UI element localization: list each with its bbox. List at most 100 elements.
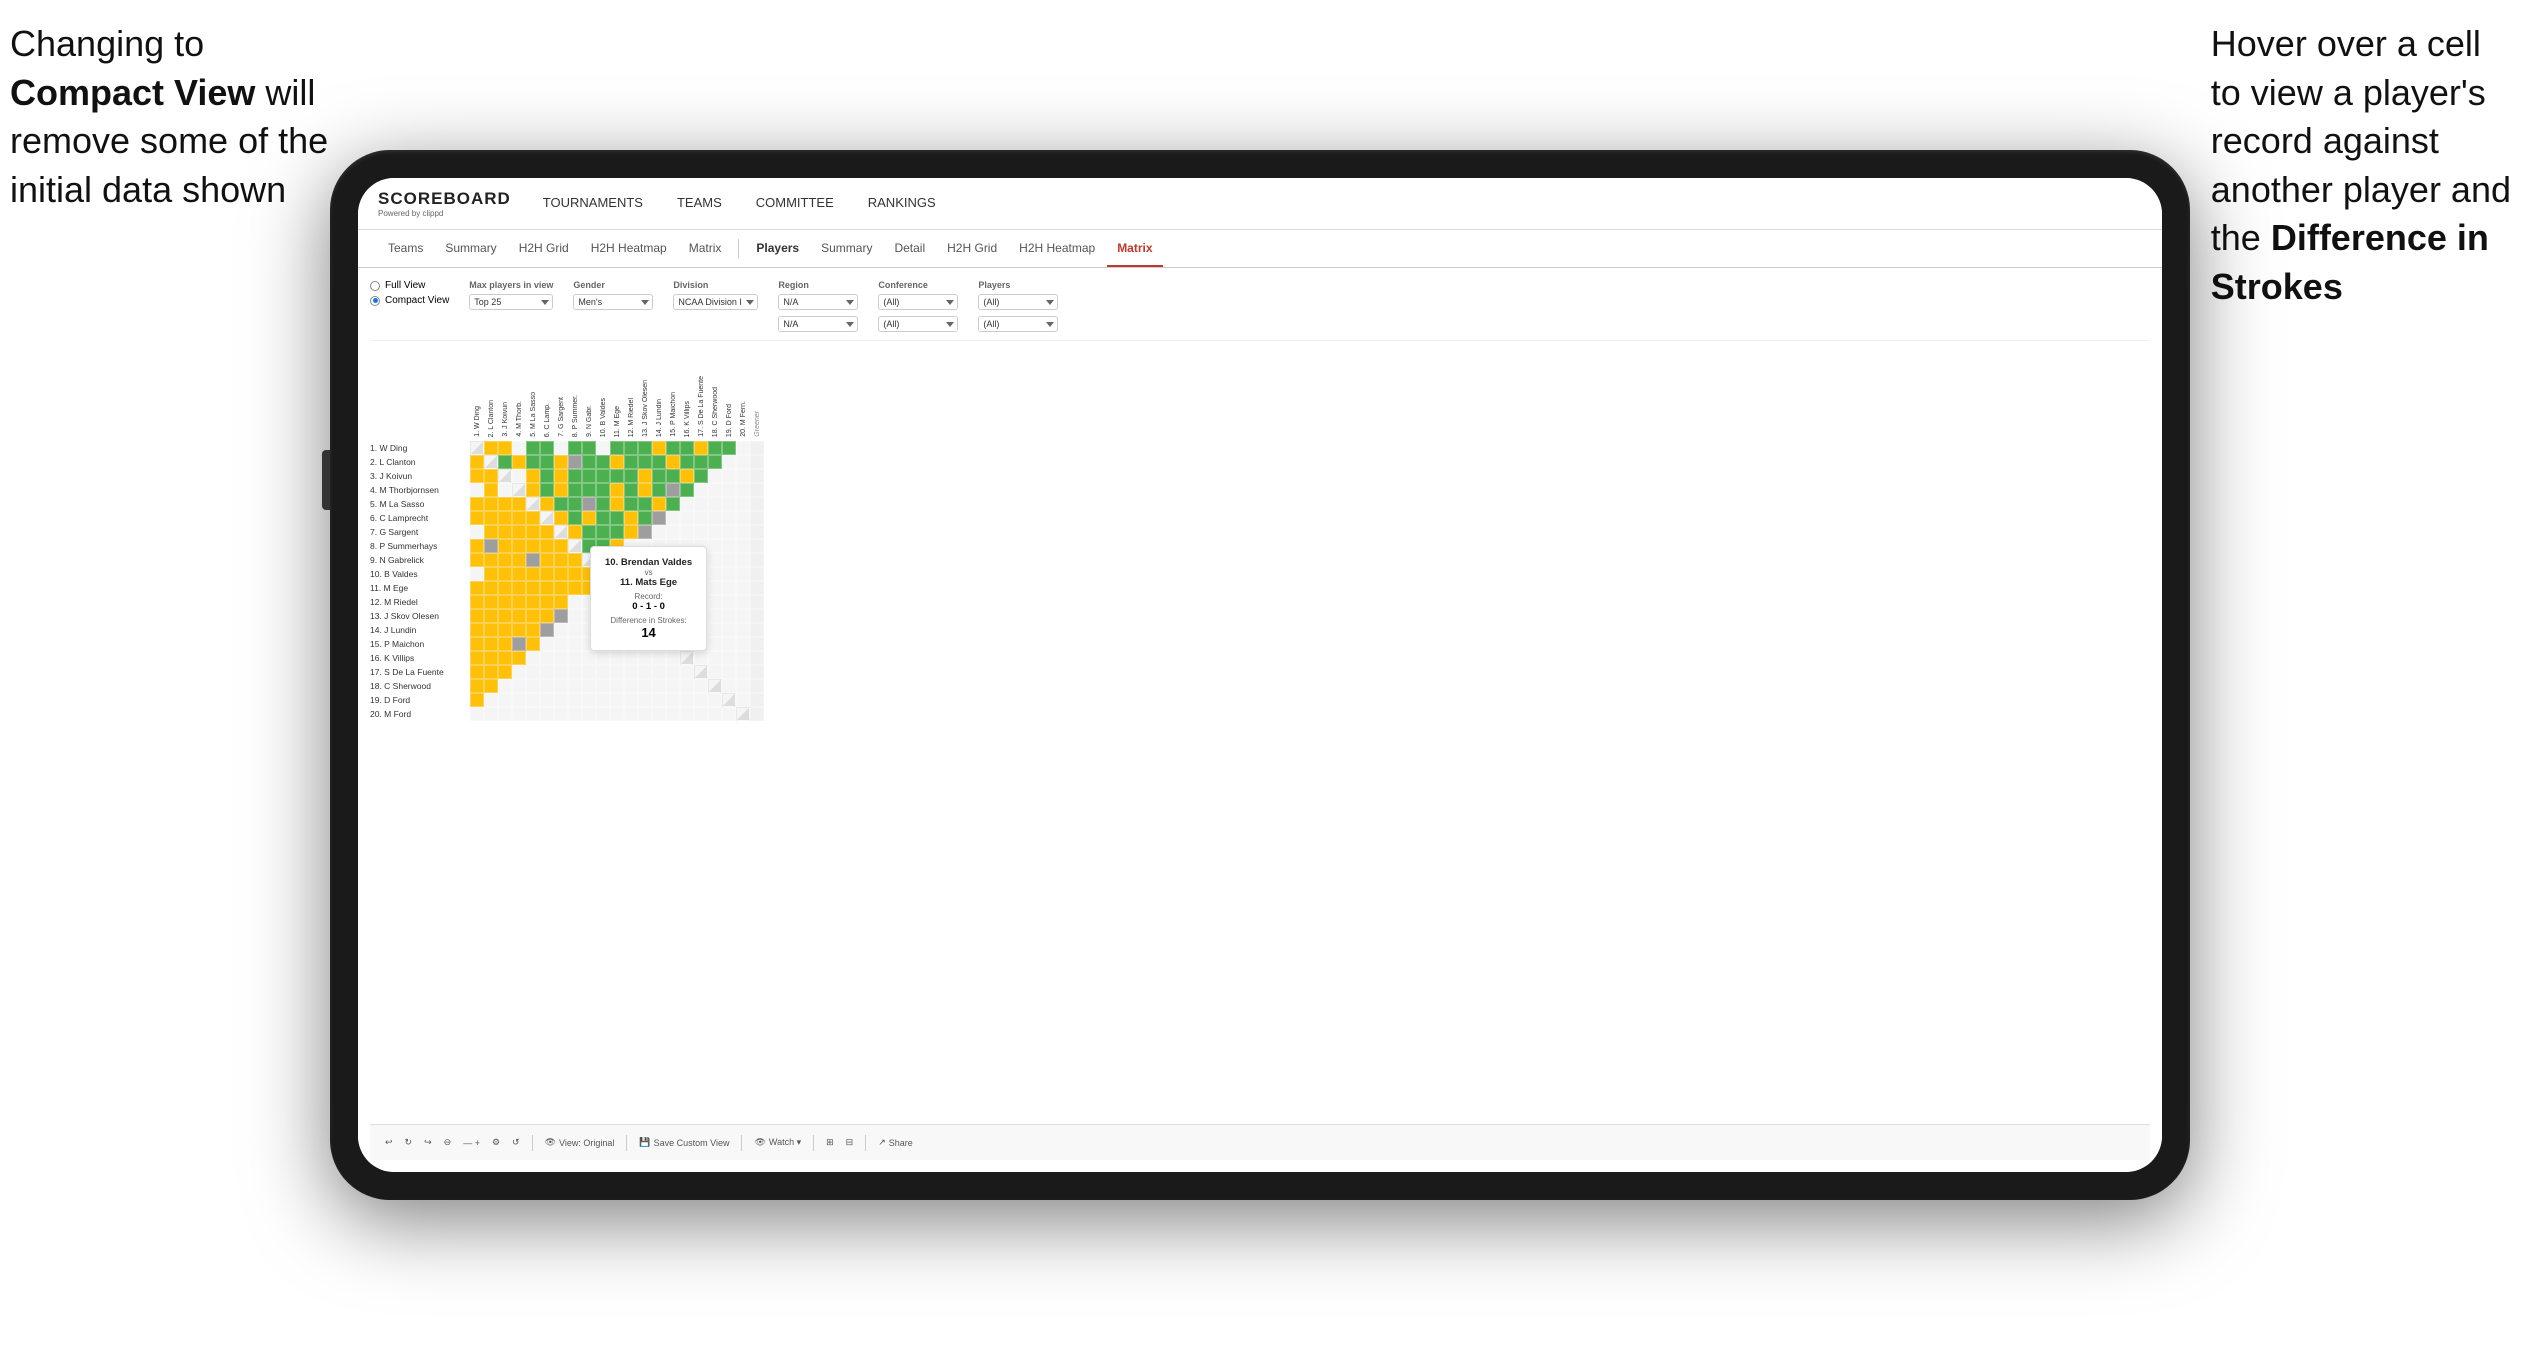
players-select-2[interactable]: (All) — [978, 316, 1058, 332]
share-button[interactable]: ↗ Share — [878, 1137, 913, 1148]
cell-6-3[interactable] — [498, 511, 512, 525]
cell-2-2[interactable] — [484, 455, 498, 469]
cell-4-18[interactable] — [708, 483, 722, 497]
cell-17-3[interactable] — [498, 665, 512, 679]
cell-14-3[interactable] — [498, 623, 512, 637]
tab-h2h-grid-2[interactable]: H2H Grid — [937, 230, 1007, 267]
cell-15-20[interactable] — [736, 637, 750, 651]
cell-18-13[interactable] — [638, 679, 652, 693]
region-select-2[interactable]: N/A — [778, 316, 858, 332]
cell-6-15[interactable] — [666, 511, 680, 525]
cell-20-15[interactable] — [666, 707, 680, 721]
cell-10-4[interactable] — [512, 567, 526, 581]
cell-4-20[interactable] — [736, 483, 750, 497]
cell-20-4[interactable] — [512, 707, 526, 721]
cell-17-12[interactable] — [624, 665, 638, 679]
cell-11-8[interactable] — [568, 581, 582, 595]
cell-20-13[interactable] — [638, 707, 652, 721]
cell-6-9[interactable] — [582, 511, 596, 525]
cell-17-8[interactable] — [568, 665, 582, 679]
cell-18-11[interactable] — [610, 679, 624, 693]
cell-19-17[interactable] — [694, 693, 708, 707]
full-view-radio[interactable] — [370, 281, 380, 291]
cell-4-12[interactable] — [624, 483, 638, 497]
cell-1-8[interactable] — [568, 441, 582, 455]
cell-15-8[interactable] — [568, 637, 582, 651]
cell-16-3[interactable] — [498, 651, 512, 665]
cell-2-4[interactable] — [512, 455, 526, 469]
cell-13-2[interactable] — [484, 609, 498, 623]
cell-20-10[interactable] — [596, 707, 610, 721]
forward-button[interactable]: ↪ — [424, 1137, 432, 1148]
cell-20-17[interactable] — [694, 707, 708, 721]
cell-13-5[interactable] — [526, 609, 540, 623]
cell-2-10[interactable] — [596, 455, 610, 469]
region-select-1[interactable]: N/A — [778, 294, 858, 310]
cell-4-16[interactable] — [680, 483, 694, 497]
cell-16-4[interactable] — [512, 651, 526, 665]
nav-tournaments[interactable]: TOURNAMENTS — [541, 178, 645, 229]
cell-8-7[interactable] — [554, 539, 568, 553]
cell-17-11[interactable] — [610, 665, 624, 679]
cell-15-19[interactable] — [722, 637, 736, 651]
settings-button[interactable]: ⚙ — [492, 1137, 500, 1148]
cell-9-4[interactable] — [512, 553, 526, 567]
cell-3-2[interactable] — [484, 469, 498, 483]
cell-7-15[interactable] — [666, 525, 680, 539]
cell-11-5[interactable] — [526, 581, 540, 595]
cell-3-8[interactable] — [568, 469, 582, 483]
cell-10-8[interactable] — [568, 567, 582, 581]
cell-16-13[interactable] — [638, 651, 652, 665]
cell-2-1[interactable] — [470, 455, 484, 469]
cell-19-12[interactable] — [624, 693, 638, 707]
cell-2-7[interactable] — [554, 455, 568, 469]
cell-6-8[interactable] — [568, 511, 582, 525]
cell-6-19[interactable] — [722, 511, 736, 525]
cell-17-16[interactable] — [680, 665, 694, 679]
undo-button[interactable]: ↩ — [385, 1137, 393, 1148]
cell-20-19[interactable] — [722, 707, 736, 721]
cell-19-20[interactable] — [736, 693, 750, 707]
cell-5-3[interactable] — [498, 497, 512, 511]
cell-19-11[interactable] — [610, 693, 624, 707]
cell-3-10[interactable] — [596, 469, 610, 483]
cell-13-19[interactable] — [722, 609, 736, 623]
cell-2-8[interactable] — [568, 455, 582, 469]
cell-7-7[interactable] — [554, 525, 568, 539]
cell-1-9[interactable] — [582, 441, 596, 455]
cell-8-2[interactable] — [484, 539, 498, 553]
cell-17-13[interactable] — [638, 665, 652, 679]
cell-17-18[interactable] — [708, 665, 722, 679]
cell-1-16[interactable] — [680, 441, 694, 455]
tab-h2h-heatmap-2[interactable]: H2H Heatmap — [1009, 230, 1105, 267]
cell-4-14[interactable] — [652, 483, 666, 497]
cell-2-17[interactable] — [694, 455, 708, 469]
cell-11-3[interactable] — [498, 581, 512, 595]
cell-4-8[interactable] — [568, 483, 582, 497]
cell-13-8[interactable] — [568, 609, 582, 623]
cell-19-3[interactable] — [498, 693, 512, 707]
cell-15-5[interactable] — [526, 637, 540, 651]
cell-4-3[interactable] — [498, 483, 512, 497]
zoom-out-button[interactable]: ⊖ — [444, 1137, 452, 1148]
cell-2-12[interactable] — [624, 455, 638, 469]
cell-20-2[interactable] — [484, 707, 498, 721]
cell-19-7[interactable] — [554, 693, 568, 707]
cell-9-1[interactable] — [470, 553, 484, 567]
cell-8-6[interactable] — [540, 539, 554, 553]
cell-20-14[interactable] — [652, 707, 666, 721]
cell-8-18[interactable] — [708, 539, 722, 553]
cell-16-15[interactable] — [666, 651, 680, 665]
cell-18-7[interactable] — [554, 679, 568, 693]
cell-4-15[interactable] — [666, 483, 680, 497]
cell-11-1[interactable] — [470, 581, 484, 595]
cell-1-5[interactable] — [526, 441, 540, 455]
cell-19-19[interactable] — [722, 693, 736, 707]
cell-19-10[interactable] — [596, 693, 610, 707]
cell-1-2[interactable] — [484, 441, 498, 455]
cell-14-5[interactable] — [526, 623, 540, 637]
cell-7-6[interactable] — [540, 525, 554, 539]
cell-6-7[interactable] — [554, 511, 568, 525]
redo-button[interactable]: ↻ — [405, 1137, 413, 1148]
cell-12-19[interactable] — [722, 595, 736, 609]
